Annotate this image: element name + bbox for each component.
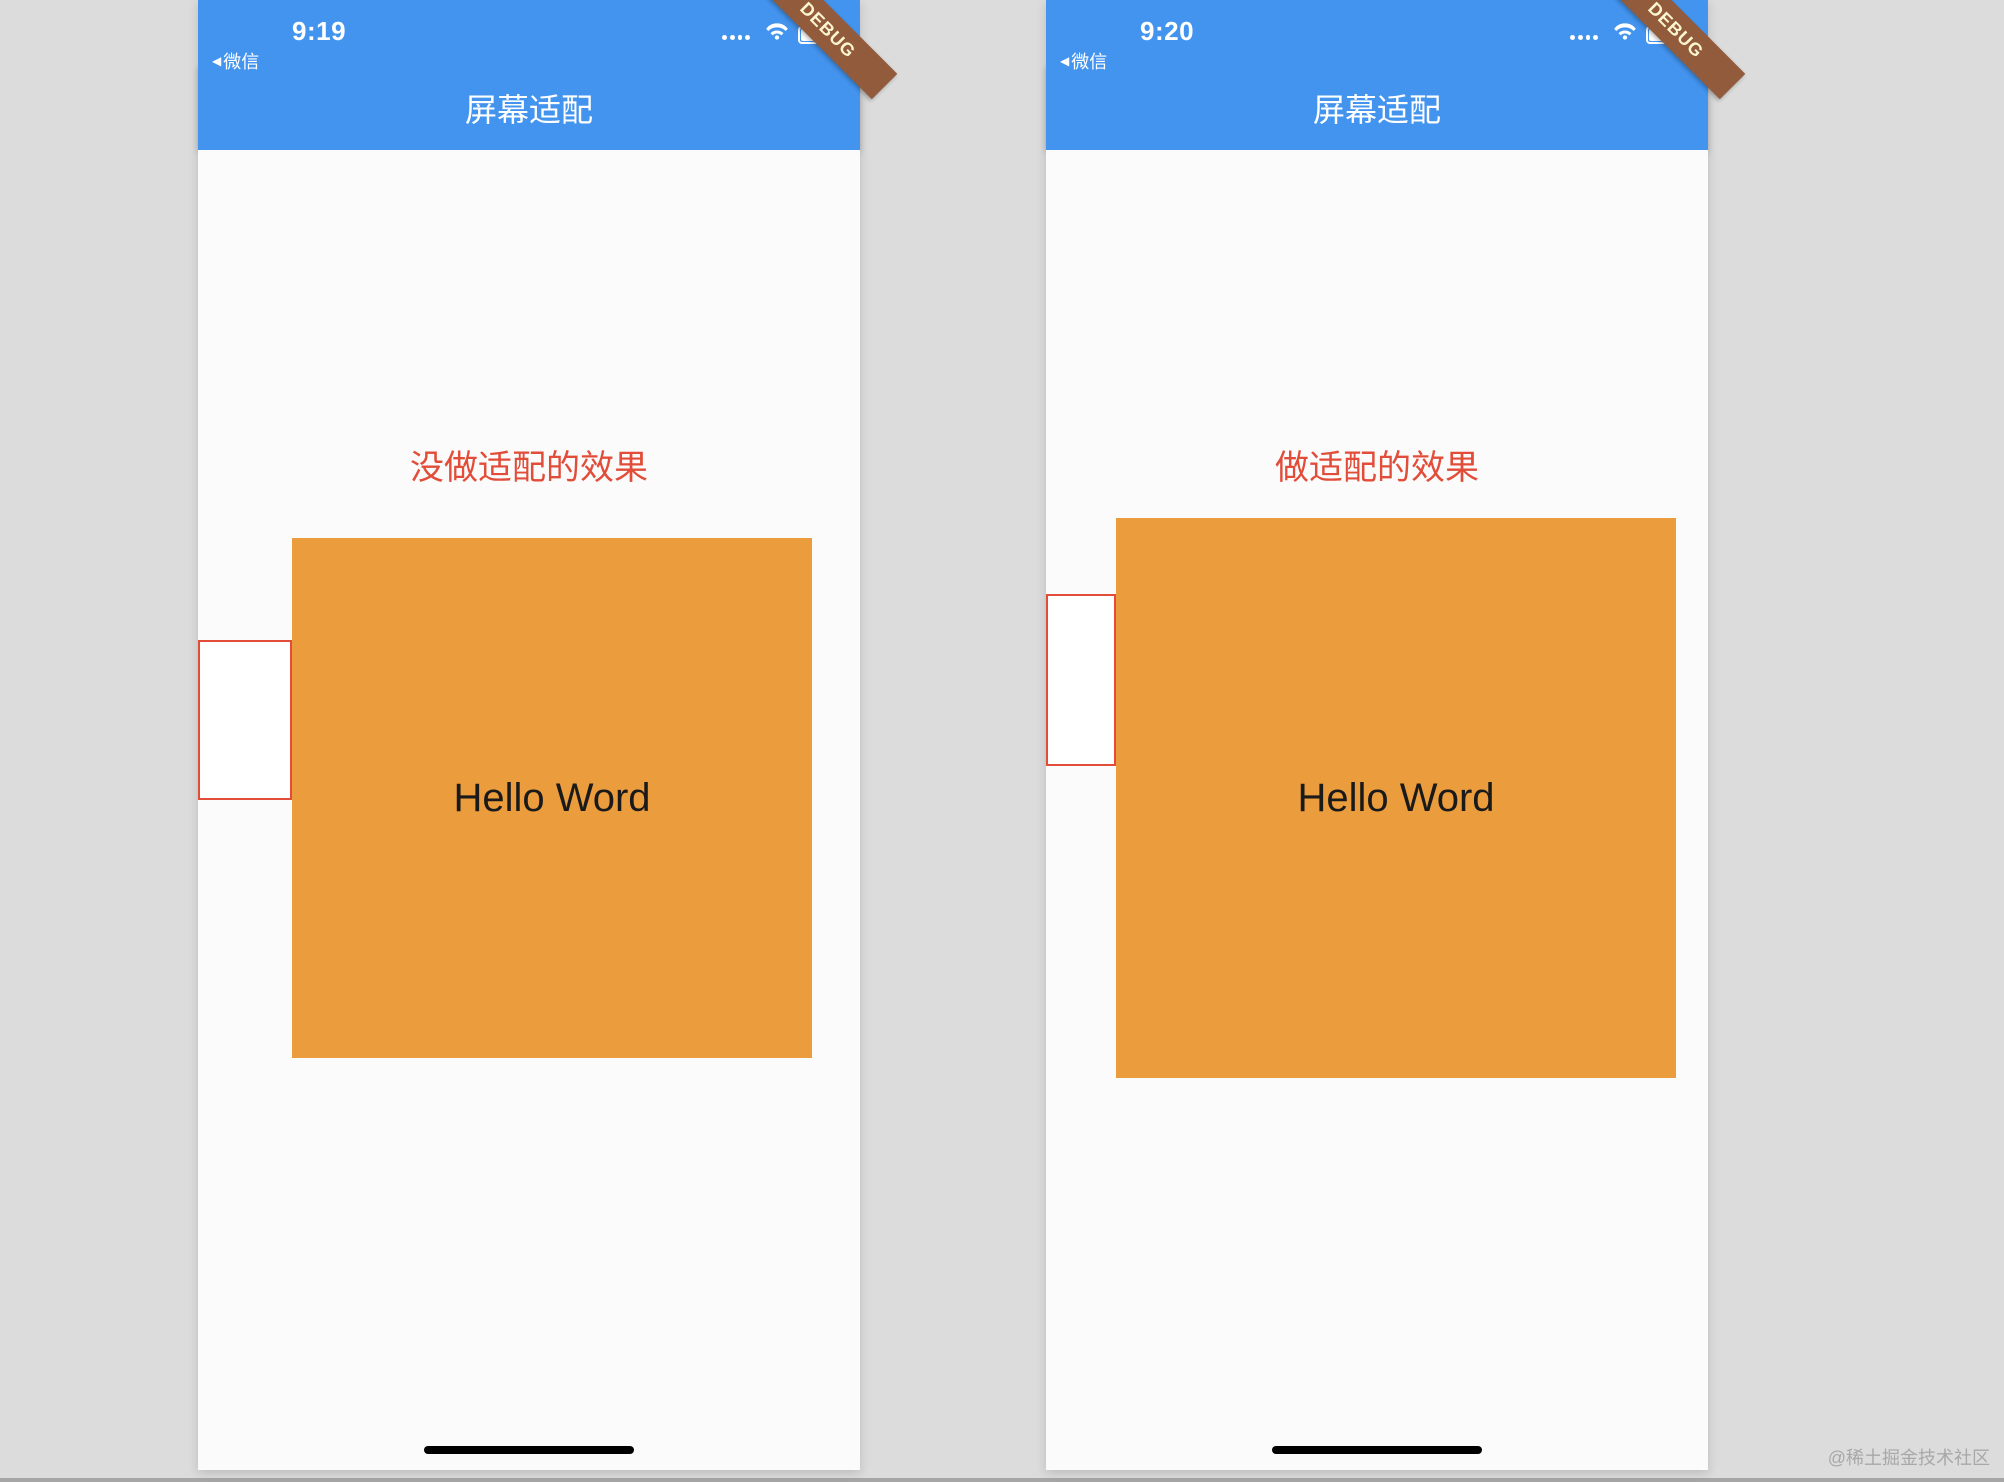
cellular-icon <box>722 30 750 40</box>
back-arrow-icon: ◀ <box>1060 54 1069 68</box>
back-to-app[interactable]: ◀ 微信 <box>212 48 259 74</box>
cellular-icon <box>1570 30 1598 40</box>
box-text: Hello Word <box>1297 776 1494 821</box>
box-text: Hello Word <box>453 776 650 821</box>
content-area: 没做适配的效果 Hello Word <box>198 150 860 1470</box>
bottom-edge <box>0 1478 2004 1482</box>
content-area: 做适配的效果 Hello Word <box>1046 150 1708 1470</box>
orange-box: Hello Word <box>292 538 812 1058</box>
back-app-label: 微信 <box>1071 48 1107 74</box>
caption-text: 做适配的效果 <box>1046 440 1708 489</box>
app-bar-title: 屏幕适配 <box>1313 85 1441 131</box>
back-app-label: 微信 <box>223 48 259 74</box>
status-bar: 9:20 ◀ 微信 <box>1046 0 1708 66</box>
app-bar-title: 屏幕适配 <box>465 85 593 131</box>
phone-left: 9:19 ◀ 微信 屏幕适配 DEBUG 没做适配的效果 Hello Word <box>198 0 860 1470</box>
back-arrow-icon: ◀ <box>212 54 221 68</box>
app-bar: 屏幕适配 <box>198 66 860 150</box>
back-to-app[interactable]: ◀ 微信 <box>1060 48 1107 74</box>
wifi-icon <box>764 18 790 51</box>
phone-right: 9:20 ◀ 微信 屏幕适配 DEBUG 做适配的效果 Hello Word <box>1046 0 1708 1470</box>
app-bar: 屏幕适配 <box>1046 66 1708 150</box>
red-outline-box <box>198 640 292 800</box>
status-bar: 9:19 ◀ 微信 <box>198 0 860 66</box>
status-time: 9:19 <box>292 16 346 47</box>
watermark: @稀土掘金技术社区 <box>1828 1444 1990 1470</box>
home-indicator[interactable] <box>1272 1446 1482 1454</box>
orange-box: Hello Word <box>1116 518 1676 1078</box>
wifi-icon <box>1612 18 1638 51</box>
caption-text: 没做适配的效果 <box>198 440 860 489</box>
status-time: 9:20 <box>1140 16 1194 47</box>
red-outline-box <box>1046 594 1116 766</box>
home-indicator[interactable] <box>424 1446 634 1454</box>
